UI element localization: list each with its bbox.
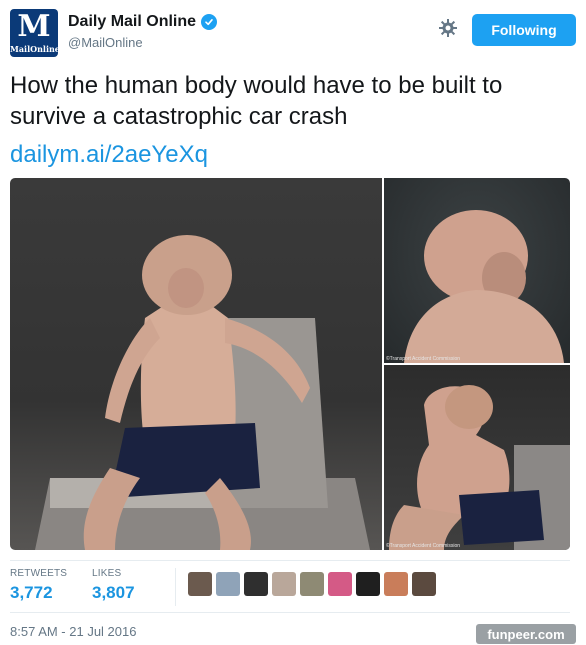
photo-top-right[interactable]: ©Transport Accident Commission — [384, 178, 570, 363]
stats-divider — [175, 568, 176, 606]
author-handle[interactable]: @MailOnline — [68, 35, 217, 50]
divider — [10, 612, 570, 613]
retweets-stat[interactable]: RETWEETS 3,772 — [10, 568, 67, 603]
likes-count: 3,807 — [92, 583, 135, 602]
tweet-header: M MailOnline Daily Mail Online @MailOnli… — [10, 9, 576, 59]
avatar-logo-letter: M — [17, 9, 51, 44]
photo-credit: ©Transport Accident Commission — [386, 356, 461, 362]
following-button[interactable]: Following — [472, 14, 576, 46]
liker-avatar[interactable] — [328, 572, 352, 596]
likers-avatars — [188, 572, 436, 596]
retweets-label: RETWEETS — [10, 568, 68, 579]
liker-avatar[interactable] — [272, 572, 296, 596]
tweet-text: How the human body would have to be buil… — [10, 72, 503, 130]
photo-credit: ©Transport Accident Commission — [386, 543, 461, 549]
retweets-count: 3,772 — [10, 583, 53, 602]
tweet-link[interactable]: dailym.ai/2aeYeXq — [10, 139, 208, 170]
liker-avatar[interactable] — [216, 572, 240, 596]
liker-avatar[interactable] — [244, 572, 268, 596]
photo-bottom-right[interactable]: ©Transport Accident Commission — [384, 365, 570, 550]
avatar[interactable]: M MailOnline — [10, 9, 58, 57]
site-watermark: funpeer.com — [476, 624, 576, 644]
tweet-stats: RETWEETS 3,772 LIKES 3,807 — [10, 568, 576, 608]
divider — [10, 560, 570, 561]
media-grid: ©Transport Accident Commission ©Transpor… — [10, 178, 570, 550]
author-display-name[interactable]: Daily Mail Online — [68, 13, 196, 31]
liker-avatar[interactable] — [188, 572, 212, 596]
liker-avatar[interactable] — [356, 572, 380, 596]
tweet-timestamp[interactable]: 8:57 AM - 21 Jul 2016 — [10, 624, 136, 639]
gear-icon[interactable] — [438, 18, 458, 38]
avatar-logo-wordmark: MailOnline — [10, 44, 58, 54]
liker-avatar[interactable] — [384, 572, 408, 596]
likes-label: LIKES — [92, 568, 122, 579]
likes-stat[interactable]: LIKES 3,807 — [92, 568, 135, 603]
photo-main[interactable] — [10, 178, 382, 550]
liker-avatar[interactable] — [300, 572, 324, 596]
author-names: Daily Mail Online @MailOnline — [68, 13, 218, 50]
verified-check-icon — [201, 14, 218, 30]
liker-avatar[interactable] — [412, 572, 436, 596]
